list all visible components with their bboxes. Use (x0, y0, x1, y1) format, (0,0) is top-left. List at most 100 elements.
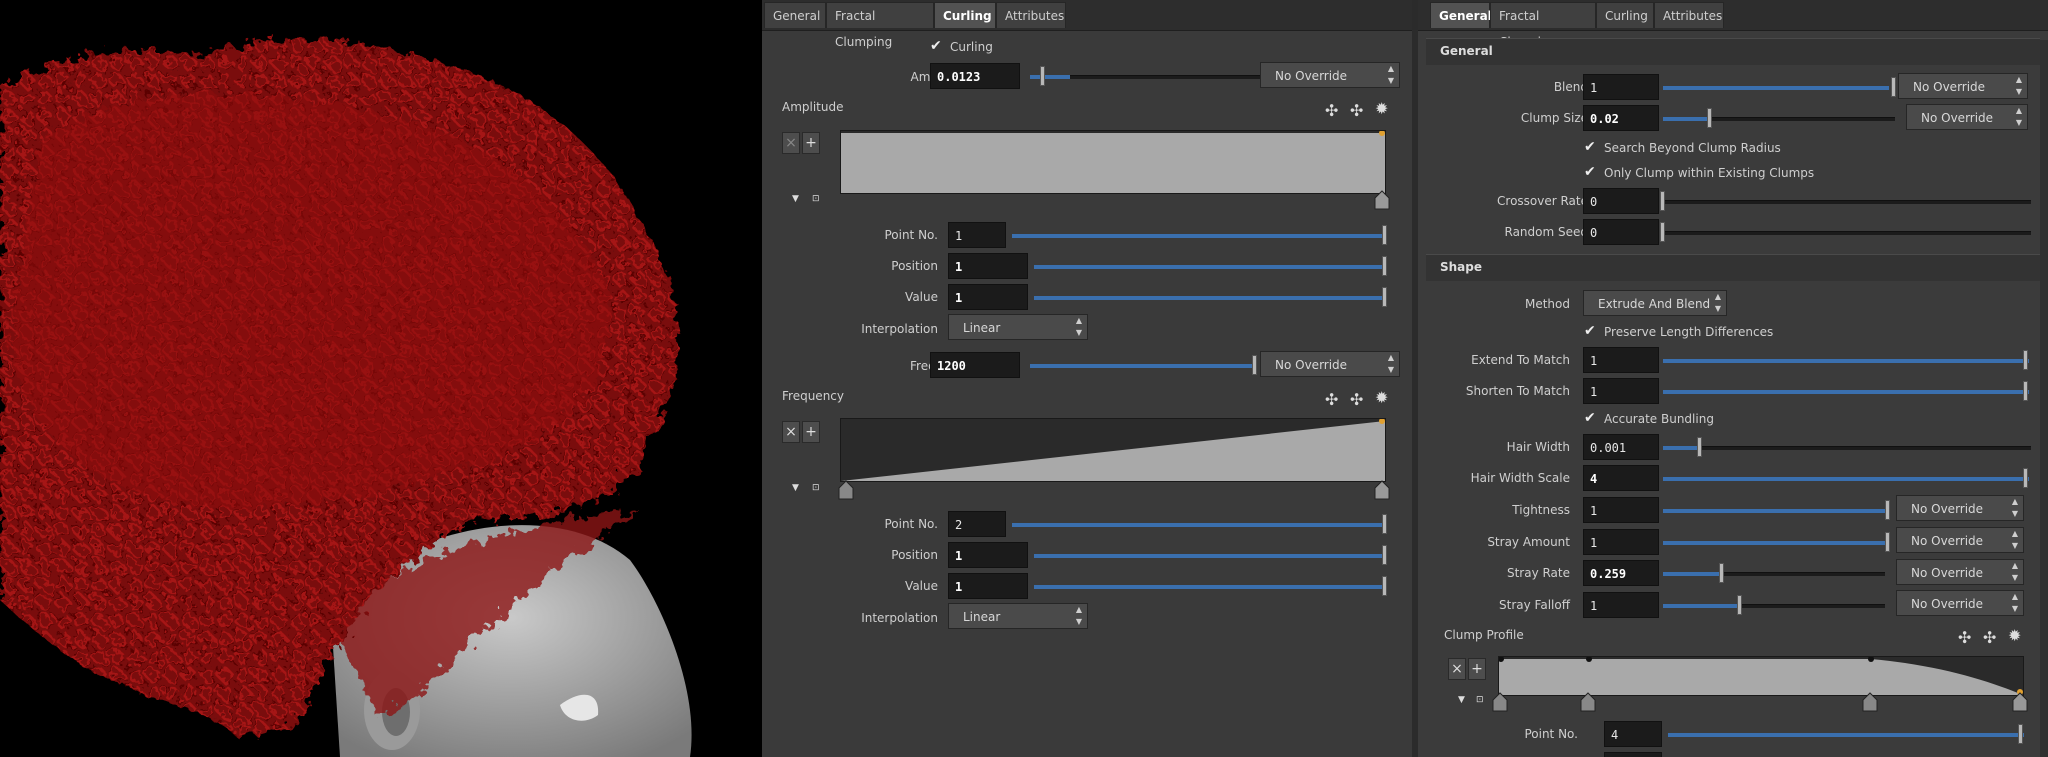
point-no-slider-handle[interactable] (2018, 724, 2023, 744)
expand-view-icon[interactable]: ⊡ (812, 483, 820, 493)
crossover-rate-slider[interactable] (1663, 200, 2031, 204)
hair-width-field[interactable]: 0.001 (1583, 434, 1659, 460)
ramp-key-marker[interactable] (1374, 480, 1390, 500)
value-slider-handle[interactable] (1382, 576, 1387, 596)
tightness-field[interactable]: 1 (1583, 497, 1659, 523)
position-field[interactable]: 1 (948, 253, 1028, 279)
tab-attributes[interactable]: Attributes (1654, 2, 1724, 28)
position-slider-handle[interactable] (1382, 545, 1387, 565)
next-field-partial[interactable] (1604, 752, 1662, 757)
clump-size-slider[interactable] (1663, 117, 1895, 121)
stray-amount-slider[interactable] (1663, 541, 1885, 545)
clump-size-override-dropdown[interactable]: No Override ▲ ▼ (1906, 104, 2028, 130)
blend-slider-handle[interactable] (1891, 77, 1896, 97)
accurate-bundling-checkbox[interactable]: ✔ (1584, 410, 1596, 426)
position-slider-handle[interactable] (1382, 256, 1387, 276)
hair-width-scale-field[interactable]: 4 (1583, 465, 1659, 491)
interpolation-dropdown[interactable]: Linear ▲ ▼ (948, 314, 1088, 340)
move-point-icon[interactable]: ✣ (1958, 628, 1971, 647)
stray-falloff-slider[interactable] (1663, 604, 1885, 608)
move-point-icon[interactable]: ✣ (1325, 101, 1338, 120)
hair-width-slider[interactable] (1663, 446, 2031, 450)
search-beyond-checkbox[interactable]: ✔ (1584, 139, 1596, 155)
ramp-key-marker[interactable] (1374, 190, 1390, 210)
stray-rate-override-dropdown[interactable]: No Override ▲ ▼ (1896, 559, 2024, 585)
stray-rate-slider[interactable] (1663, 572, 1885, 576)
stray-rate-slider-handle[interactable] (1719, 563, 1724, 583)
shape-section-header[interactable]: Shape (1426, 254, 2040, 281)
blend-slider[interactable] (1663, 86, 1889, 90)
clump-profile-ramp-editor[interactable] (1498, 656, 2024, 696)
collapse-triangle-icon[interactable]: ▼ (792, 483, 799, 493)
stray-amount-field[interactable]: 1 (1583, 529, 1659, 555)
method-dropdown[interactable]: Extrude And Blend ▲ ▼ (1583, 290, 1727, 316)
amplitude-field[interactable]: 0.0123 (930, 63, 1020, 89)
gear-icon[interactable]: ✹ (2008, 626, 2021, 645)
blend-override-dropdown[interactable]: No Override ▲ ▼ (1898, 73, 2028, 99)
amplitude-slider-handle[interactable] (1040, 66, 1045, 86)
point-no-field[interactable]: 2 (948, 511, 1006, 537)
ramp-key-marker[interactable] (1580, 692, 1596, 712)
point-no-field[interactable]: 1 (948, 222, 1006, 248)
frequency-slider-handle[interactable] (1252, 355, 1257, 375)
tab-general[interactable]: General (1430, 2, 1492, 28)
ramp-key-marker[interactable] (1492, 692, 1508, 712)
position-field[interactable]: 1 (948, 542, 1028, 568)
add-point-button[interactable]: + (802, 132, 820, 154)
add-point-button[interactable]: + (1468, 658, 1486, 680)
general-section-header[interactable]: General (1426, 38, 2040, 65)
3d-viewport[interactable] (0, 0, 762, 757)
frequency-override-dropdown[interactable]: No Override ▲ ▼ (1260, 351, 1400, 377)
stray-falloff-override-dropdown[interactable]: No Override ▲ ▼ (1896, 590, 2024, 616)
tab-fractal-clumping[interactable]: Fractal Clumping (826, 2, 934, 49)
remove-point-button[interactable]: × (1448, 658, 1466, 680)
value-field[interactable]: 1 (948, 573, 1028, 599)
tab-curling[interactable]: Curling (1596, 2, 1654, 28)
move-keys-icon[interactable]: ✣ (1983, 628, 1996, 647)
position-slider[interactable] (1034, 265, 1386, 269)
remove-point-button[interactable]: × (782, 421, 800, 443)
move-keys-icon[interactable]: ✣ (1350, 390, 1363, 409)
tab-fractal-clumping[interactable]: Fractal Clumping (1490, 2, 1596, 49)
frequency-ramp-editor[interactable] (840, 418, 1386, 482)
value-slider-handle[interactable] (1382, 287, 1387, 307)
clump-size-field[interactable]: 0.02 (1583, 105, 1659, 131)
amplitude-override-dropdown[interactable]: No Override ▲ ▼ (1260, 62, 1400, 88)
random-seed-slider[interactable] (1663, 231, 2031, 235)
crossover-rate-slider-handle[interactable] (1660, 191, 1665, 211)
amplitude-ramp-editor[interactable] (840, 130, 1386, 194)
tab-curling[interactable]: Curling (934, 2, 996, 28)
ramp-key-marker[interactable] (1862, 692, 1878, 712)
gear-icon[interactable]: ✹ (1375, 99, 1388, 118)
position-slider[interactable] (1034, 554, 1386, 558)
interpolation-dropdown[interactable]: Linear ▲ ▼ (948, 603, 1088, 629)
move-point-icon[interactable]: ✣ (1325, 390, 1338, 409)
point-no-field[interactable]: 4 (1604, 721, 1662, 747)
value-slider[interactable] (1034, 296, 1386, 300)
collapse-triangle-icon[interactable]: ▼ (792, 194, 799, 204)
tightness-override-dropdown[interactable]: No Override ▲ ▼ (1896, 495, 2024, 521)
stray-falloff-slider-handle[interactable] (1737, 595, 1742, 615)
stray-amount-override-dropdown[interactable]: No Override ▲ ▼ (1896, 527, 2024, 553)
point-no-slider-handle[interactable] (1382, 225, 1387, 245)
value-slider[interactable] (1034, 585, 1386, 589)
stray-falloff-field[interactable]: 1 (1583, 592, 1659, 618)
frequency-slider[interactable] (1030, 364, 1256, 368)
value-field[interactable]: 1 (948, 284, 1028, 310)
stray-amount-slider-handle[interactable] (1885, 532, 1890, 552)
hair-width-scale-slider[interactable] (1663, 477, 2029, 481)
collapse-triangle-icon[interactable]: ▼ (1458, 695, 1465, 705)
vertical-scrollbar[interactable] (2040, 40, 2048, 757)
crossover-rate-field[interactable]: 0 (1583, 188, 1659, 214)
only-clump-checkbox[interactable]: ✔ (1584, 164, 1596, 180)
frequency-field[interactable]: 1200 (930, 352, 1020, 378)
gear-icon[interactable]: ✹ (1375, 388, 1388, 407)
point-no-slider[interactable] (1012, 523, 1386, 527)
point-no-slider[interactable] (1668, 733, 2024, 737)
random-seed-field[interactable]: 0 (1583, 219, 1659, 245)
shorten-to-match-field[interactable]: 1 (1583, 378, 1659, 404)
stray-rate-field[interactable]: 0.259 (1583, 560, 1659, 586)
ramp-key-marker[interactable] (838, 480, 854, 500)
random-seed-slider-handle[interactable] (1660, 222, 1665, 242)
curling-checkbox[interactable]: ✔ (930, 38, 942, 54)
